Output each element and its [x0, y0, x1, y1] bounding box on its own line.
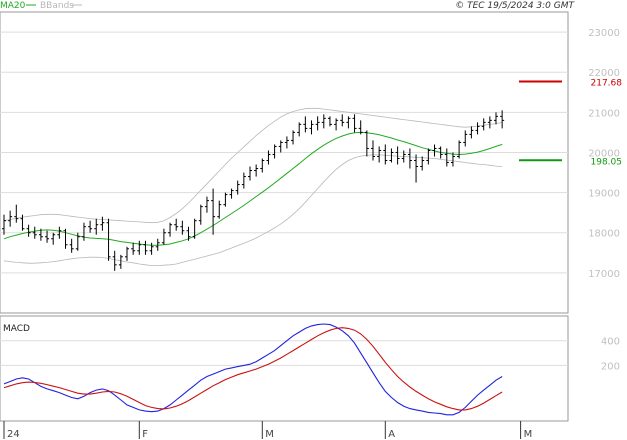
ohlc-bar — [118, 254, 123, 269]
ohlc-bar — [211, 188, 216, 235]
ohlc-bar — [284, 136, 289, 149]
stock-chart: 17000180001900020000210002200023000 217.… — [0, 1, 623, 440]
legend-ma20: MA20 — [0, 1, 26, 11]
x-tick-label: A — [388, 429, 395, 440]
ohlc-bar — [51, 232, 56, 245]
ohlc-bar — [248, 166, 252, 181]
signal-line — [3, 327, 503, 411]
ohlc-bar — [69, 238, 74, 253]
ohlc-bar — [272, 144, 277, 159]
ohlc-bar — [444, 148, 449, 167]
macd-lines — [3, 323, 503, 416]
macd-gridlines — [0, 340, 568, 366]
legend-bbands: BBands — [40, 1, 74, 11]
ohlc-bar — [149, 242, 154, 255]
ohlc-bar — [81, 222, 86, 241]
ohlc-bar — [346, 116, 351, 129]
price-gridlines — [0, 31, 568, 274]
ohlc-bars — [2, 110, 505, 271]
price-tick-label: 17000 — [588, 269, 620, 280]
ohlc-bar — [352, 114, 357, 133]
ohlc-bar — [377, 146, 382, 163]
ohlc-bar — [278, 140, 283, 153]
ohlc-bar — [229, 188, 234, 199]
ohlc-bar — [426, 148, 431, 165]
ohlc-bar — [407, 148, 412, 169]
ohlc-bar — [88, 220, 93, 233]
x-tick-label: 24 — [7, 429, 20, 440]
bb-lower-line — [3, 154, 503, 266]
ohlc-bar — [223, 192, 228, 207]
ohlc-bar — [198, 204, 203, 225]
ohlc-bar — [14, 204, 19, 223]
price-panel-frame — [0, 11, 569, 314]
ohlc-bar — [457, 140, 462, 159]
ohlc-bar — [334, 118, 339, 131]
ohlc-bar — [125, 246, 129, 261]
ohlc-bar — [217, 200, 222, 219]
x-tick-label: M — [265, 429, 274, 440]
ohlc-bar — [481, 118, 486, 131]
ohlc-bar — [500, 110, 505, 129]
price-level-label: 198.05 — [591, 157, 623, 167]
bb-upper-line — [3, 107, 503, 224]
ohlc-bar — [303, 116, 308, 133]
bollinger-bands — [3, 107, 503, 266]
ohlc-bar — [174, 218, 179, 231]
price-tick-label: 19000 — [588, 189, 620, 200]
ohlc-bar — [487, 116, 492, 129]
macd-line — [3, 323, 503, 416]
ohlc-bar — [168, 222, 173, 237]
source-timestamp: © TEC 19/5/2024 3:0 GMT — [455, 1, 575, 11]
price-tick-label: 18000 — [588, 229, 620, 240]
macd-title: MACD — [3, 324, 30, 334]
price-y-axis: 17000180001900020000210002200023000 — [588, 28, 620, 280]
ohlc-bar — [475, 122, 480, 135]
macd-tick-label: 200 — [601, 361, 620, 372]
ohlc-bar — [143, 240, 148, 255]
macd-panel-frame — [0, 315, 569, 422]
ma20-path — [3, 131, 503, 246]
ohlc-bar — [494, 112, 498, 125]
ohlc-bar — [63, 228, 68, 249]
x-tick-label: F — [142, 429, 148, 440]
ohlc-bar — [112, 250, 117, 271]
macd-tick-label: 400 — [601, 337, 620, 348]
ohlc-bar — [8, 210, 13, 227]
ohlc-bar — [204, 196, 209, 213]
ohlc-bar — [321, 114, 326, 129]
ohlc-bar — [309, 120, 314, 135]
ohlc-bar — [131, 242, 136, 255]
ohlc-bar — [414, 154, 419, 183]
ohlc-bar — [469, 126, 474, 139]
ohlc-bar — [291, 130, 296, 145]
ohlc-bar — [327, 116, 332, 127]
ohlc-bar — [463, 130, 468, 147]
x-axis: 24 F M A M — [3, 421, 533, 440]
x-tick-label: M — [524, 429, 533, 440]
ohlc-bar — [420, 156, 425, 171]
ohlc-bar — [340, 114, 345, 127]
ohlc-bar — [254, 164, 259, 177]
ohlc-bar — [297, 122, 302, 137]
price-tick-label: 21000 — [588, 108, 620, 119]
ohlc-bar — [161, 228, 166, 245]
ohlc-bar — [100, 216, 105, 231]
ohlc-bar — [241, 172, 246, 189]
ohlc-bar — [395, 146, 400, 165]
ohlc-bar — [371, 140, 375, 161]
ohlc-bar — [315, 116, 320, 131]
macd-y-axis: 200 400 — [601, 337, 620, 373]
ma20-line — [3, 131, 503, 246]
price-level-label: 217.68 — [591, 79, 623, 89]
price-tick-label: 23000 — [588, 28, 620, 39]
legend: MA20 BBands — [0, 1, 82, 11]
ohlc-bar — [26, 224, 31, 237]
ohlc-bar — [432, 144, 437, 157]
